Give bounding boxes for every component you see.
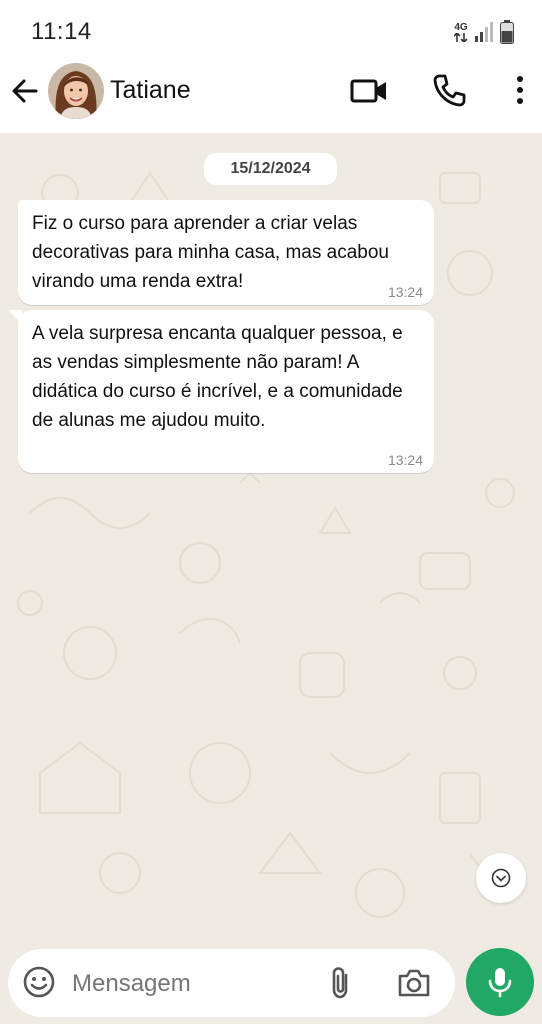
- contact-name[interactable]: Tatiane: [110, 76, 191, 105]
- signal-icon: [475, 22, 493, 42]
- scroll-down-icon: [491, 868, 511, 888]
- mic-icon: [488, 968, 512, 998]
- message-time: 13:24: [387, 452, 423, 468]
- network-arrows-icon: 4G: [454, 21, 468, 42]
- network-type: 4G: [454, 21, 468, 33]
- bottom-strip: [0, 1017, 542, 1024]
- message-time: 13:24: [387, 284, 423, 300]
- emoji-icon[interactable]: [22, 965, 56, 999]
- message-text: Fiz o curso para aprender a criar velas …: [32, 213, 389, 292]
- message-text: A vela surpresa encanta qualquer pessoa,…: [32, 323, 403, 431]
- message-composer: [8, 949, 455, 1017]
- attach-icon[interactable]: [326, 965, 356, 1001]
- message-input[interactable]: [70, 963, 314, 1005]
- message-bubble[interactable]: Fiz o curso para aprender a criar velas …: [18, 200, 434, 305]
- chat-area[interactable]: 15/12/2024 Fiz o curso para aprender a c…: [0, 133, 542, 941]
- status-time: 11:14: [31, 18, 92, 45]
- back-arrow-icon[interactable]: [8, 74, 42, 108]
- camera-icon[interactable]: [396, 966, 432, 1000]
- top-bar: 11:14 4G Tatiane: [0, 0, 542, 133]
- date-chip: 15/12/2024: [204, 153, 337, 185]
- status-icons: 4G: [454, 18, 514, 46]
- message-bubble[interactable]: A vela surpresa encanta qualquer pessoa,…: [18, 310, 434, 473]
- scroll-down-button[interactable]: [476, 853, 526, 903]
- mic-button[interactable]: [466, 948, 534, 1016]
- phone-icon[interactable]: [431, 72, 467, 108]
- video-call-icon[interactable]: [349, 74, 389, 108]
- battery-icon: [500, 20, 514, 44]
- avatar[interactable]: [48, 63, 104, 119]
- chat-header: Tatiane: [0, 62, 542, 122]
- more-options-icon[interactable]: [508, 72, 532, 108]
